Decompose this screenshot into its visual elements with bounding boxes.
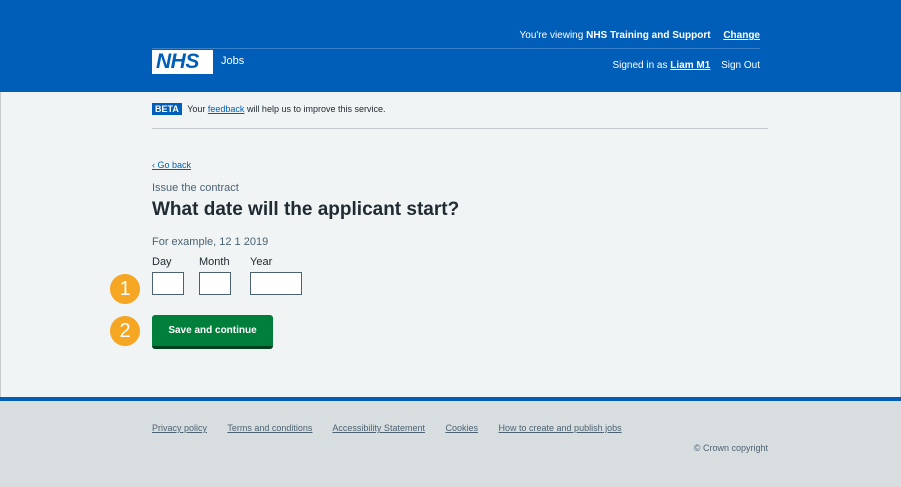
page-title: What date will the applicant start? [152, 199, 460, 220]
year-label: Year [250, 256, 273, 268]
site-header: You're viewing NHS Training and Support … [0, 0, 901, 92]
copyright-text: © Crown copyright [693, 443, 768, 453]
how-to-publish-jobs-link[interactable]: How to create and publish jobs [499, 423, 622, 433]
save-and-continue-button[interactable]: Save and continue [152, 315, 273, 349]
beta-text-suffix: will help us to improve this service. [246, 104, 386, 114]
terms-and-conditions-link[interactable]: Terms and conditions [227, 423, 312, 433]
signed-in-prefix: Signed in as [612, 60, 668, 71]
privacy-policy-link[interactable]: Privacy policy [152, 423, 207, 433]
date-hint: For example, 12 1 2019 [152, 236, 269, 248]
header-divider [152, 48, 760, 49]
footer-links: Privacy policy Terms and conditions Acce… [152, 423, 640, 433]
change-organisation-link[interactable]: Change [723, 30, 760, 41]
month-label: Month [199, 256, 230, 268]
beta-divider [152, 128, 768, 129]
account-bar: Signed in as Liam M1 Sign Out [612, 60, 760, 71]
viewing-prefix: You're viewing [519, 30, 584, 41]
organisation-banner: You're viewing NHS Training and Support … [520, 30, 761, 41]
chevron-left-icon: ‹ [152, 160, 155, 170]
sign-out-link[interactable]: Sign Out [721, 60, 760, 71]
beta-tag: BETA [152, 103, 182, 115]
day-label: Day [152, 256, 172, 268]
step-badge-1: 1 [110, 274, 140, 304]
back-link-label: Go back [157, 160, 192, 170]
nhs-logo[interactable]: NHS [152, 50, 213, 74]
user-profile-link[interactable]: Liam M1 [670, 60, 710, 71]
service-name[interactable]: Jobs [221, 55, 244, 67]
page-caption: Issue the contract [152, 182, 239, 194]
cookies-link[interactable]: Cookies [445, 423, 478, 433]
nhs-logo-text: NHS [156, 50, 199, 73]
feedback-link[interactable]: feedback [208, 104, 245, 114]
beta-banner: BETA Your feedback will help us to impro… [152, 103, 386, 117]
beta-text-prefix: Your [187, 104, 206, 114]
step-badge-2: 2 [110, 316, 140, 346]
month-input[interactable] [199, 272, 231, 295]
back-link[interactable]: ‹ Go back [152, 160, 191, 170]
day-input[interactable] [152, 272, 184, 295]
accessibility-statement-link[interactable]: Accessibility Statement [332, 423, 425, 433]
organisation-name: NHS Training and Support [586, 30, 711, 41]
year-input[interactable] [250, 272, 302, 295]
site-footer: Privacy policy Terms and conditions Acce… [0, 397, 901, 487]
